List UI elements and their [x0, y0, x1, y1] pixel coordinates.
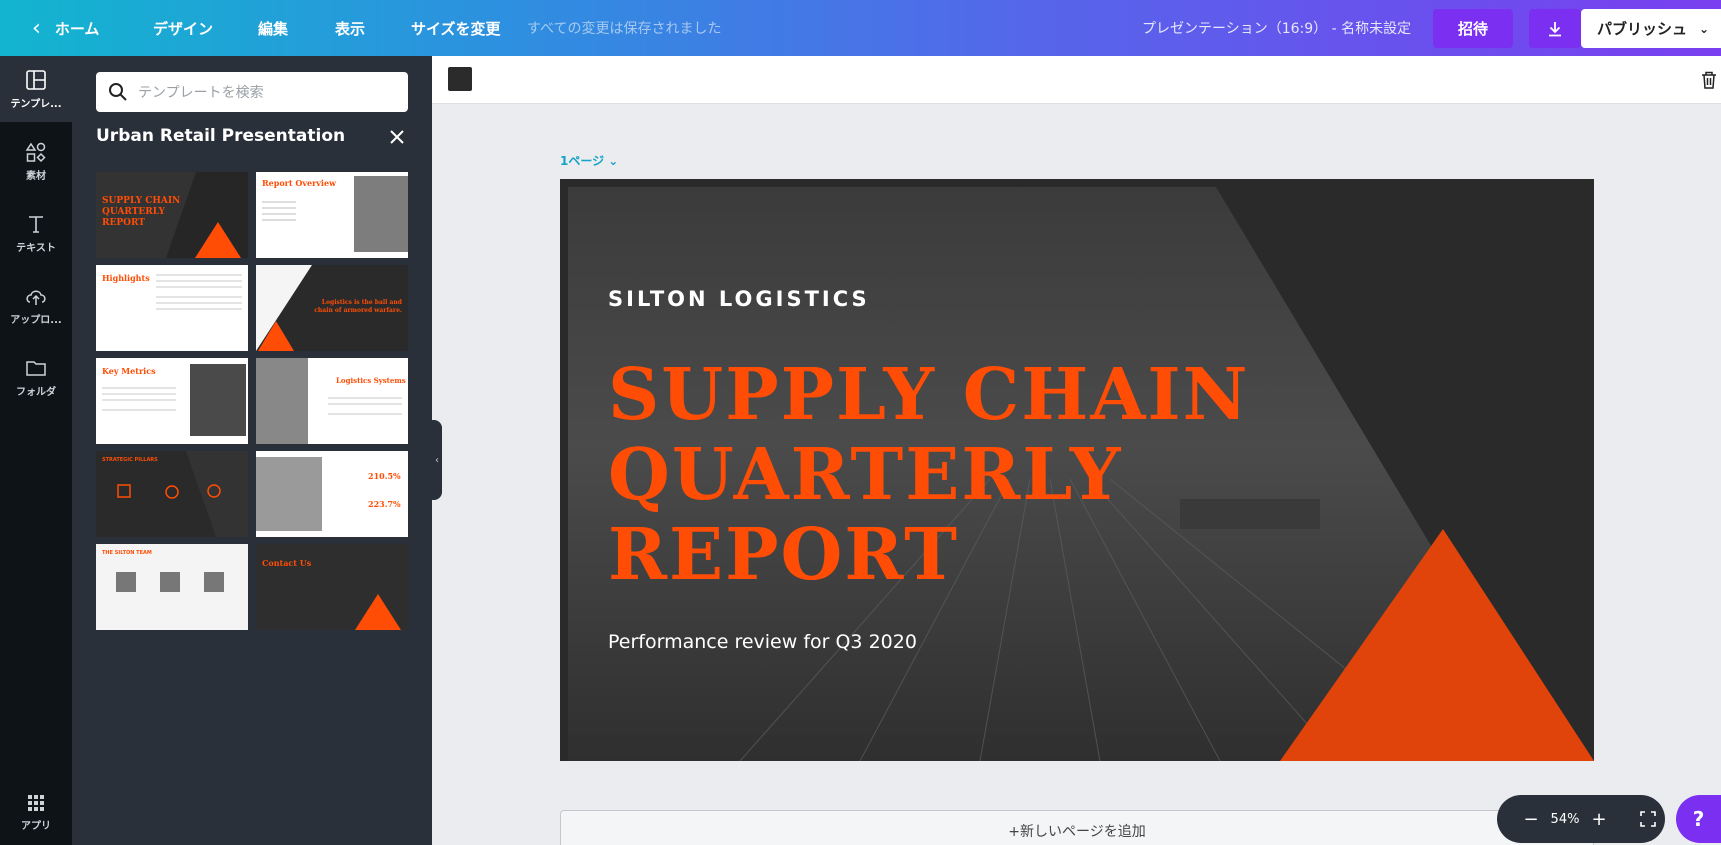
thumbnail-preview	[96, 451, 248, 537]
publish-button[interactable]: パブリッシュ ⌄	[1581, 9, 1721, 48]
thumbnail-title: Logistics Systems	[336, 376, 406, 385]
text-icon	[29, 215, 43, 233]
rail-text-label: テキスト	[16, 242, 56, 254]
chevron-left-icon: ‹	[435, 454, 439, 466]
thumbnail-title: Report Overview	[262, 178, 336, 188]
thumbnail-stat: 223.7%	[368, 499, 401, 509]
zoom-in-button[interactable]: +	[1585, 809, 1613, 830]
page-label[interactable]: 1ページ ⌄	[560, 152, 618, 169]
slide-title-line: REPORT	[608, 512, 959, 596]
close-icon[interactable]	[386, 126, 408, 148]
thumbnail-preview	[256, 544, 408, 630]
rail-uploads-label: アップロ...	[10, 314, 62, 326]
template-thumbnail[interactable]: 210.5% 223.7%	[256, 451, 408, 537]
slide-title-line: QUARTERLY	[608, 432, 1123, 516]
thumbnail-preview	[256, 451, 408, 537]
chevron-left-icon: ‹	[32, 15, 41, 41]
template-icon	[26, 69, 46, 90]
template-panel: テンプレートを検索 Urban Retail Presentation SUPP…	[72, 56, 432, 845]
rail-elements-label: 素材	[26, 170, 46, 182]
design-menu[interactable]: デザイン	[153, 0, 213, 56]
template-thumbnail[interactable]: Logistics Systems	[256, 358, 408, 444]
template-thumbnail[interactable]: Key Metrics	[96, 358, 248, 444]
thumbnail-preview	[256, 358, 408, 444]
template-thumbnail[interactable]: Logistics is the ball and chain of armor…	[256, 265, 408, 351]
template-thumbnail[interactable]: THE SILTON TEAM	[96, 544, 248, 630]
edit-menu[interactable]: 編集	[258, 0, 288, 56]
thumbnail-title: THE SILTON TEAM	[102, 550, 152, 556]
template-thumbnail[interactable]: STRATEGIC PILLARS	[96, 451, 248, 537]
slide-title-line: SUPPLY CHAIN	[608, 352, 1250, 436]
help-button[interactable]: ?	[1676, 795, 1721, 843]
search-placeholder: テンプレートを検索	[138, 85, 264, 101]
editor-toolbar	[432, 56, 1721, 104]
trash-icon[interactable]	[1700, 70, 1718, 90]
slide-subtitle[interactable]: Performance review for Q3 2020	[608, 631, 917, 653]
thumbnail-stat: 210.5%	[368, 471, 401, 481]
rail-folders-label: フォルダ	[16, 386, 56, 398]
rail-folders[interactable]: フォルダ	[0, 344, 72, 410]
search-icon	[109, 83, 127, 101]
invite-button[interactable]: 招待	[1433, 9, 1513, 48]
thumbnail-title: SUPPLY CHAIN QUARTERLY REPORT	[102, 196, 181, 228]
thumbnail-title: STRATEGIC PILLARS	[102, 457, 158, 463]
template-thumbnail[interactable]: Contact Us	[256, 544, 408, 630]
fullscreen-icon[interactable]	[1639, 810, 1657, 828]
home-button[interactable]: ‹ ホーム	[32, 0, 99, 56]
panel-title: Urban Retail Presentation	[96, 126, 346, 146]
save-status: すべての変更は保存されました	[527, 21, 722, 37]
apps-grid-icon	[28, 794, 44, 811]
rail-elements[interactable]: 素材	[0, 128, 72, 194]
chevron-down-icon: ⌄	[1699, 21, 1710, 36]
resize-menu[interactable]: サイズを変更	[411, 0, 501, 56]
view-menu[interactable]: 表示	[335, 0, 365, 56]
left-rail: テンプレ... 素材 テキスト アップロ... フォルダ アプリ	[0, 56, 72, 845]
zoom-control: − 54% +	[1497, 795, 1665, 843]
document-title[interactable]: プレゼンテーション（16:9） - 名称未設定	[1142, 0, 1411, 56]
rail-apps-label: アプリ	[21, 820, 51, 832]
slide-canvas[interactable]: SILTON LOGISTICS SUPPLY CHAIN QUARTERLY …	[560, 179, 1594, 761]
template-thumbnail[interactable]: Highlights	[96, 265, 248, 351]
rail-text[interactable]: テキスト	[0, 200, 72, 266]
collapse-panel-button[interactable]: ‹	[432, 420, 442, 500]
add-page-button[interactable]: +新しいページを追加	[560, 810, 1594, 845]
rail-apps[interactable]: アプリ	[0, 779, 72, 845]
rail-templates[interactable]: テンプレ...	[0, 56, 72, 122]
thumbnail-title: Key Metrics	[102, 366, 156, 376]
rail-templates-label: テンプレ...	[10, 98, 62, 110]
thumbnail-preview	[96, 544, 248, 630]
rail-uploads[interactable]: アップロ...	[0, 272, 72, 338]
publish-label: パブリッシュ	[1597, 20, 1688, 38]
thumbnail-title: Contact Us	[262, 558, 312, 568]
thumbnail-title: Highlights	[102, 273, 150, 283]
folder-icon	[26, 360, 46, 376]
zoom-level[interactable]: 54%	[1545, 812, 1585, 827]
slide-title[interactable]: SUPPLY CHAIN QUARTERLY REPORT	[608, 354, 1250, 594]
template-search-input[interactable]: テンプレートを検索	[96, 72, 408, 112]
download-icon	[1549, 21, 1561, 36]
template-thumbnail[interactable]: SUPPLY CHAIN QUARTERLY REPORT	[96, 172, 248, 258]
shapes-icon	[25, 142, 46, 162]
home-label: ホーム	[54, 19, 100, 38]
slide-company-name[interactable]: SILTON LOGISTICS	[608, 287, 870, 311]
background-color-swatch[interactable]	[448, 67, 472, 91]
thumbnail-title: Logistics is the ball and chain of armor…	[314, 299, 402, 314]
zoom-out-button[interactable]: −	[1517, 809, 1545, 830]
download-button[interactable]	[1529, 9, 1581, 48]
top-bar: ‹ ホーム デザイン 編集 表示 サイズを変更 すべての変更は保存されました プ…	[0, 0, 1721, 56]
upload-cloud-icon	[26, 290, 46, 305]
template-thumbnail[interactable]: Report Overview	[256, 172, 408, 258]
